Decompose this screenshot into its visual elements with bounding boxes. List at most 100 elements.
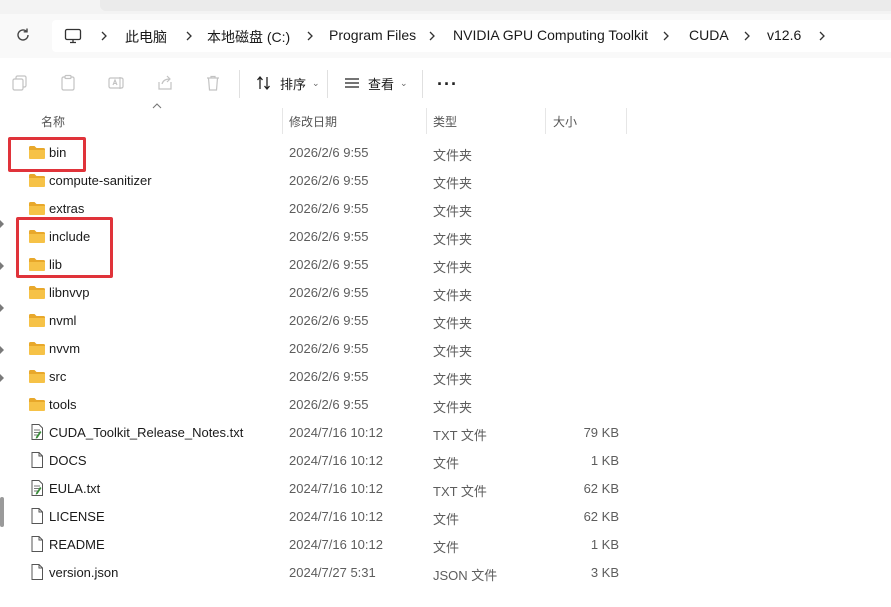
file-row[interactable]: CUDA_Toolkit_Release_Notes.txt 2024/7/16 … (0, 418, 891, 446)
file-row[interactable]: version.json 2024/7/27 5:31 JSON 文件 3 KB (0, 558, 891, 586)
chevron-down-icon: ⌄ (312, 77, 320, 88)
file-date: 2026/2/6 9:55 (289, 285, 369, 300)
file-name: nvvm (49, 341, 81, 356)
file-type: TXT 文件 (433, 428, 487, 443)
file-size: 62 KB (583, 481, 619, 496)
breadcrumb[interactable]: 此电脑 本地磁盘 (C:) Program Files NVIDIA GPU C… (52, 20, 891, 52)
file-size: 3 KB (590, 565, 619, 580)
text-file-icon (28, 480, 46, 496)
refresh-icon[interactable] (14, 26, 32, 44)
address-row: 此电脑 本地磁盘 (C:) Program Files NVIDIA GPU C… (0, 14, 891, 58)
breadcrumb-item[interactable]: v12.6 (767, 27, 801, 43)
file-name: README (49, 537, 105, 552)
file-icon (28, 508, 46, 524)
toolbar-divider (239, 70, 240, 98)
chevron-right-icon[interactable] (661, 26, 671, 46)
file-name: LICENSE (49, 509, 105, 524)
rename-icon[interactable] (107, 74, 125, 92)
column-divider[interactable] (282, 108, 283, 134)
file-size: 79 KB (583, 425, 619, 440)
folder-icon (28, 200, 46, 216)
folder-icon (28, 172, 46, 188)
computer-icon[interactable] (64, 28, 82, 44)
view-label: 查看 (368, 76, 395, 92)
text-file-icon (28, 424, 46, 440)
file-row[interactable]: nvvm 2026/2/6 9:55 文件夹 (0, 334, 891, 362)
file-date: 2026/2/6 9:55 (289, 229, 369, 244)
sort-ascending-icon (152, 103, 162, 109)
file-type: TXT 文件 (433, 484, 487, 499)
file-row[interactable]: README 2024/7/16 10:12 文件 1 KB (0, 530, 891, 558)
file-row[interactable]: include 2026/2/6 9:55 文件夹 (0, 222, 891, 250)
file-date: 2024/7/16 10:12 (289, 481, 383, 496)
file-row[interactable]: LICENSE 2024/7/16 10:12 文件 62 KB (0, 502, 891, 530)
file-row[interactable]: extras 2026/2/6 9:55 文件夹 (0, 194, 891, 222)
file-date: 2024/7/16 10:12 (289, 537, 383, 552)
column-divider[interactable] (426, 108, 427, 134)
file-date: 2026/2/6 9:55 (289, 369, 369, 384)
file-type: 文件夹 (433, 176, 473, 191)
file-type: 文件夹 (433, 260, 473, 275)
folder-icon (28, 368, 46, 384)
folder-icon (28, 284, 46, 300)
breadcrumb-item[interactable]: 本地磁盘 (C:) (207, 27, 290, 47)
copy-icon[interactable] (11, 74, 29, 92)
chevron-right-icon[interactable] (742, 26, 752, 46)
chevron-right-icon[interactable] (99, 26, 109, 46)
file-row[interactable]: compute-sanitizer 2026/2/6 9:55 文件夹 (0, 166, 891, 194)
delete-icon[interactable] (204, 74, 222, 92)
column-date[interactable]: 修改日期 (289, 113, 337, 130)
file-row[interactable]: libnvvp 2026/2/6 9:55 文件夹 (0, 278, 891, 306)
active-tab[interactable] (100, 0, 891, 11)
breadcrumb-item[interactable]: CUDA (689, 27, 729, 43)
chevron-down-icon: ⌄ (400, 77, 408, 88)
file-row[interactable]: lib 2026/2/6 9:55 文件夹 (0, 250, 891, 278)
chevron-right-icon[interactable] (184, 26, 194, 46)
file-type: 文件 (433, 456, 460, 471)
file-type: 文件夹 (433, 316, 473, 331)
file-date: 2026/2/6 9:55 (289, 145, 369, 160)
column-size[interactable]: 大小 (553, 113, 577, 130)
file-type: 文件 (433, 540, 460, 555)
file-row[interactable]: src 2026/2/6 9:55 文件夹 (0, 362, 891, 390)
sort-icon (257, 75, 270, 91)
more-options-icon[interactable]: ··· (437, 74, 458, 95)
file-date: 2024/7/16 10:12 (289, 425, 383, 440)
file-row[interactable]: DOCS 2024/7/16 10:12 文件 1 KB (0, 446, 891, 474)
breadcrumb-item[interactable]: Program Files (329, 27, 416, 43)
file-type: 文件夹 (433, 400, 473, 415)
file-date: 2024/7/16 10:12 (289, 453, 383, 468)
chevron-right-icon[interactable] (817, 26, 827, 46)
file-row[interactable]: bin 2026/2/6 9:55 文件夹 (0, 138, 891, 166)
view-button[interactable]: 查看 ⌄ (344, 72, 408, 94)
toolbar-divider (327, 70, 328, 98)
sort-button[interactable]: 排序 ⌄ (256, 72, 320, 94)
file-type: 文件夹 (433, 204, 473, 219)
file-row[interactable]: nvml 2026/2/6 9:55 文件夹 (0, 306, 891, 334)
command-bar: 排序 ⌄ 查看 ⌄ ··· (0, 58, 891, 108)
paste-icon[interactable] (59, 74, 77, 92)
file-type: 文件夹 (433, 344, 473, 359)
file-size: 1 KB (590, 537, 619, 552)
file-date: 2026/2/6 9:55 (289, 341, 369, 356)
highlight-box (16, 217, 113, 278)
column-name[interactable]: 名称 (41, 113, 65, 130)
file-size: 62 KB (583, 509, 619, 524)
file-row[interactable]: tools 2026/2/6 9:55 文件夹 (0, 390, 891, 418)
file-type: 文件夹 (433, 148, 473, 163)
toolbar-divider (422, 70, 423, 98)
file-date: 2024/7/16 10:12 (289, 509, 383, 524)
file-type: JSON 文件 (433, 568, 498, 583)
file-row[interactable]: EULA.txt 2024/7/16 10:12 TXT 文件 62 KB (0, 474, 891, 502)
column-divider[interactable] (545, 108, 546, 134)
breadcrumb-item[interactable]: NVIDIA GPU Computing Toolkit (453, 27, 648, 43)
chevron-right-icon[interactable] (305, 26, 315, 46)
column-type[interactable]: 类型 (433, 113, 457, 130)
breadcrumb-item[interactable]: 此电脑 (125, 27, 167, 47)
file-icon (28, 452, 46, 468)
file-type: 文件夹 (433, 372, 473, 387)
chevron-right-icon[interactable] (427, 26, 437, 46)
file-name: src (49, 369, 67, 384)
column-divider[interactable] (626, 108, 627, 134)
share-icon[interactable] (156, 74, 174, 92)
